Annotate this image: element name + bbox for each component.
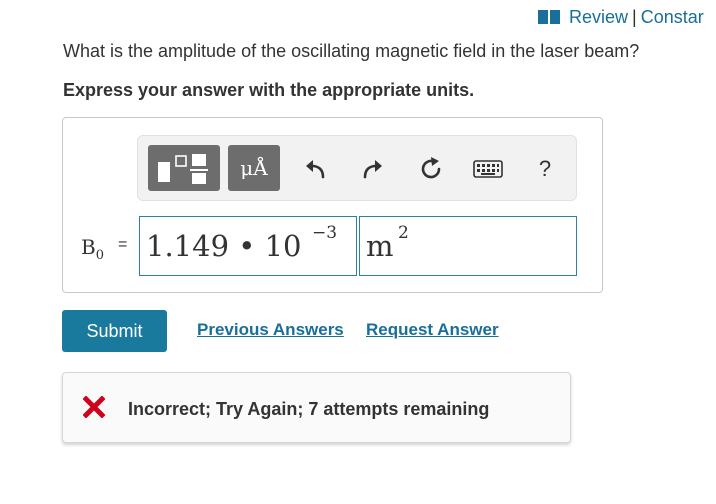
- math-toolbar: μÅ ?: [137, 135, 577, 201]
- variable-label: B0: [81, 235, 104, 263]
- value-mantissa: 1.149 • 10: [146, 229, 302, 263]
- feedback-box: Incorrect; Try Again; 7 attempts remaini…: [62, 372, 571, 443]
- feedback-message: Incorrect; Try Again; 7 attempts remaini…: [128, 399, 490, 419]
- equals-sign: =: [118, 236, 128, 253]
- templates-button[interactable]: [148, 145, 220, 191]
- undo-button[interactable]: [298, 152, 332, 186]
- units-input[interactable]: m 2: [359, 216, 577, 276]
- value-input[interactable]: 1.149 • 10 −3: [139, 216, 357, 276]
- question-text: What is the amplitude of the oscillating…: [63, 41, 640, 61]
- instruction-text: Express your answer with the appropriate…: [63, 80, 475, 100]
- review-link[interactable]: Review: [569, 7, 628, 28]
- help-icon: ?: [538, 156, 552, 181]
- units-icon: μÅ: [240, 156, 268, 180]
- submit-button[interactable]: Submit: [62, 310, 167, 352]
- units-exponent: 2: [398, 223, 409, 243]
- keyboard-icon: [473, 160, 503, 178]
- reset-button[interactable]: [414, 152, 448, 186]
- undo-icon: [306, 160, 325, 179]
- redo-icon: [363, 160, 382, 179]
- units-button[interactable]: μÅ: [228, 145, 280, 191]
- answer-box: μÅ ? B0 = 1.149 • 10 −3 m 2: [62, 117, 603, 293]
- variable-symbol: B: [81, 235, 96, 259]
- book-icon: [538, 10, 560, 24]
- constants-link[interactable]: Constar: [641, 7, 704, 28]
- incorrect-x-icon: [83, 396, 105, 418]
- units-base: m: [366, 229, 394, 263]
- variable-subscript: 0: [95, 248, 104, 263]
- value-exponent: −3: [312, 223, 338, 243]
- templates-icon: [158, 154, 208, 184]
- request-answer-link[interactable]: Request Answer: [366, 320, 499, 340]
- help-button[interactable]: ?: [528, 152, 562, 186]
- reset-icon: [421, 157, 441, 179]
- header-links: Review | Constar: [538, 6, 716, 28]
- keyboard-button[interactable]: [471, 152, 505, 186]
- previous-answers-link[interactable]: Previous Answers: [197, 320, 344, 340]
- redo-button[interactable]: [356, 152, 390, 186]
- header-separator: |: [632, 6, 637, 27]
